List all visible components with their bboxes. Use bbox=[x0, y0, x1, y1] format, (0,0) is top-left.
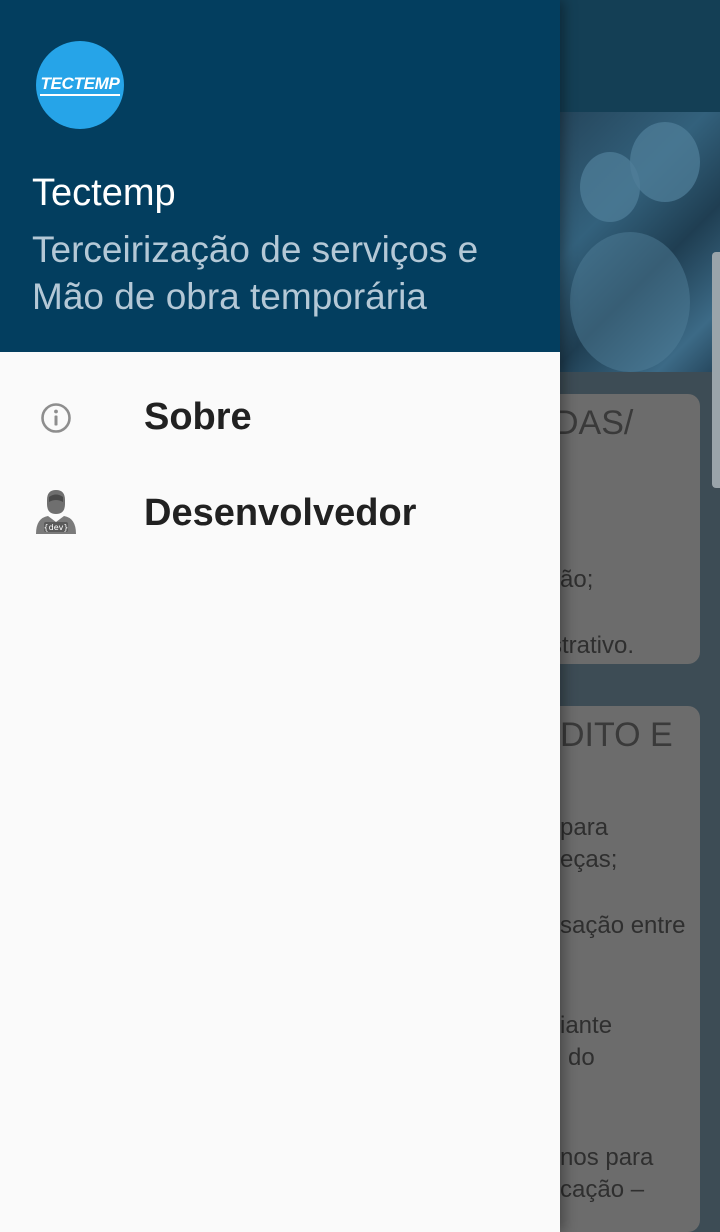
drawer-header: TECTEMP Tectemp Terceirização de serviço… bbox=[0, 0, 560, 352]
card-2-line: sação entre bbox=[560, 912, 686, 939]
card-2-line: nos para bbox=[560, 1144, 654, 1171]
navigation-drawer: TECTEMP Tectemp Terceirização de serviço… bbox=[0, 0, 560, 1232]
card-2-line: iante bbox=[560, 1012, 613, 1039]
screen: DAS/ ão; strativo. DITO E para eças; saç… bbox=[0, 0, 720, 1232]
developer-icon-badge: {dev} bbox=[44, 523, 69, 532]
menu-item-sobre[interactable]: Sobre bbox=[0, 370, 560, 466]
app-subtitle: Terceirização de serviços e Mão de obra … bbox=[32, 229, 479, 317]
logo-text: TECTEMP bbox=[40, 74, 120, 96]
card-1-line: ão; bbox=[560, 566, 594, 593]
menu-item-label: Desenvolvedor bbox=[144, 492, 417, 534]
background-card-1[interactable]: DAS/ ão; strativo. bbox=[540, 394, 700, 664]
card-1-title: DAS/ bbox=[554, 404, 634, 442]
background-banner-image bbox=[560, 112, 720, 372]
menu-item-desenvolvedor[interactable]: {dev} Desenvolvedor bbox=[0, 466, 560, 562]
app-name: Tectemp bbox=[32, 172, 176, 214]
card-2-line: do bbox=[568, 1044, 595, 1071]
info-icon bbox=[34, 400, 78, 441]
card-1-line: strativo. bbox=[550, 632, 635, 659]
card-2-line: eças; bbox=[560, 846, 618, 873]
card-2-title: DITO E bbox=[560, 716, 673, 754]
scroll-handle[interactable] bbox=[712, 252, 720, 488]
developer-avatar-icon: {dev} bbox=[34, 488, 78, 539]
card-2-line: para bbox=[560, 814, 609, 841]
app-logo: TECTEMP bbox=[36, 41, 124, 129]
menu-item-label: Sobre bbox=[144, 396, 252, 438]
card-2-line: cação – bbox=[560, 1176, 645, 1203]
background-card-2[interactable]: DITO E para eças; sação entre iante do n… bbox=[540, 706, 700, 1232]
